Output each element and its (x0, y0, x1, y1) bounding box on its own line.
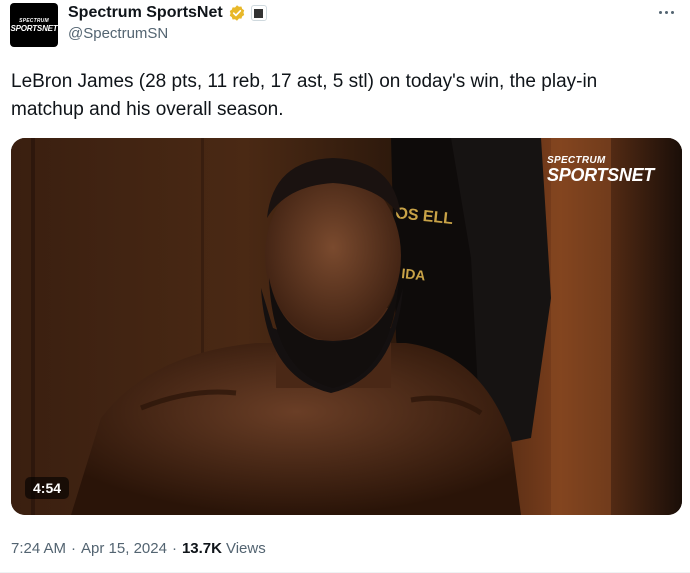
display-name[interactable]: Spectrum SportsNet (68, 4, 223, 22)
meta-separator: · (71, 540, 77, 557)
avatar[interactable]: SPECTRUM SPORTSNET (10, 3, 58, 47)
views-label[interactable]: Views (226, 540, 266, 557)
meta-separator: · (171, 540, 177, 557)
video-duration-badge: 4:54 (25, 477, 70, 499)
tweet-date[interactable]: Apr 15, 2024 (81, 540, 167, 557)
video-watermark: SPECTRUM SPORTSNET (547, 156, 654, 185)
video-player[interactable]: OS ELL IDA SPECTRUM SPORTSNET 4:54 (11, 138, 682, 515)
video-frame: OS ELL IDA (11, 138, 682, 515)
affiliation-badge-icon[interactable] (250, 5, 267, 21)
watermark-bottom: SPORTSNET (547, 165, 654, 185)
more-icon[interactable] (654, 2, 678, 22)
views-count[interactable]: 13.7K (182, 540, 222, 557)
tweet-time[interactable]: 7:24 AM (11, 540, 66, 557)
avatar-logo-bottom: SPORTSNET (10, 23, 58, 33)
tweet-meta: 7:24 AM · Apr 15, 2024 · 13.7K Views (11, 540, 266, 557)
author-name-row: Spectrum SportsNet (68, 2, 267, 24)
handle[interactable]: @SpectrumSN (68, 25, 168, 42)
svg-text:IDA: IDA (401, 265, 427, 283)
tweet: SPECTRUM SPORTSNET Spectrum SportsNet @S… (0, 0, 690, 573)
verified-badge-icon[interactable] (228, 4, 246, 22)
tweet-text: LeBron James (28 pts, 11 reb, 17 ast, 5 … (11, 71, 598, 120)
